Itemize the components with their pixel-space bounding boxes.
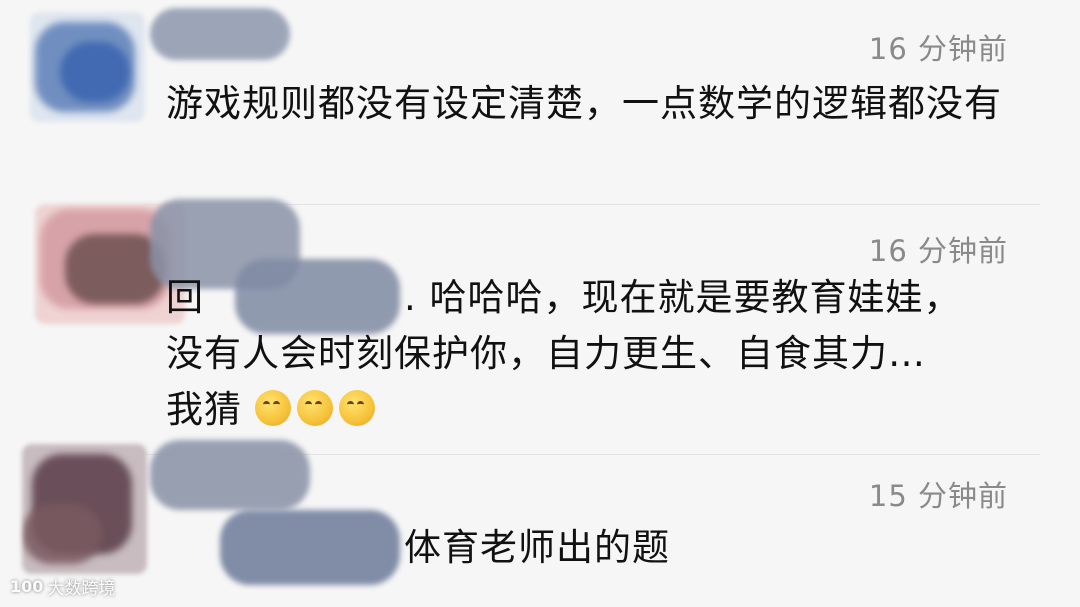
redacted-username xyxy=(150,8,290,60)
thinking-face-icon xyxy=(254,390,291,426)
comment-text-line: 我猜 xyxy=(166,388,242,431)
reply-prefix[interactable]: 回 xyxy=(166,276,204,319)
comment-item[interactable]: 16 分钟前 回 . 哈哈哈，现在就是要教育娃娃， 没有人会时刻保护你，自力更生、… xyxy=(0,199,1080,454)
comment-item[interactable]: 15 分钟前 体育老师出的题 xyxy=(0,440,1080,607)
redacted-username xyxy=(150,440,310,510)
redacted-reply-target xyxy=(220,510,400,585)
avatar[interactable] xyxy=(30,12,145,122)
comment-time: 16 分钟前 xyxy=(868,234,1008,268)
comment-text-line: 没有人会时刻保护你，自力更生、自食其力… xyxy=(166,332,926,375)
thinking-face-icon xyxy=(338,390,375,426)
comment-text: 体育老师出的题 xyxy=(404,526,670,569)
comment-text-line: . 哈哈哈，现在就是要教育娃娃， xyxy=(404,276,962,319)
comment-time: 15 分钟前 xyxy=(868,479,1008,513)
thinking-face-icon xyxy=(296,390,333,426)
comment-text: 游戏规则都没有设定清楚，一点数学的逻辑都没有 xyxy=(166,82,1002,125)
comment-list: 16 分钟前 游戏规则都没有设定清楚，一点数学的逻辑都没有 16 分钟前 回 . … xyxy=(0,0,1080,607)
watermark: 100 大数跨境 xyxy=(10,574,115,599)
comment-item[interactable]: 16 分钟前 游戏规则都没有设定清楚，一点数学的逻辑都没有 xyxy=(0,0,1080,200)
comment-text: 回 . 哈哈哈，现在就是要教育娃娃， 没有人会时刻保护你，自力更生、自食其力… 我… xyxy=(166,270,1026,438)
avatar[interactable] xyxy=(22,444,147,574)
watermark-text: 大数跨境 xyxy=(47,579,116,599)
comment-time: 16 分钟前 xyxy=(868,32,1008,66)
watermark-logo: 100 xyxy=(10,577,44,596)
